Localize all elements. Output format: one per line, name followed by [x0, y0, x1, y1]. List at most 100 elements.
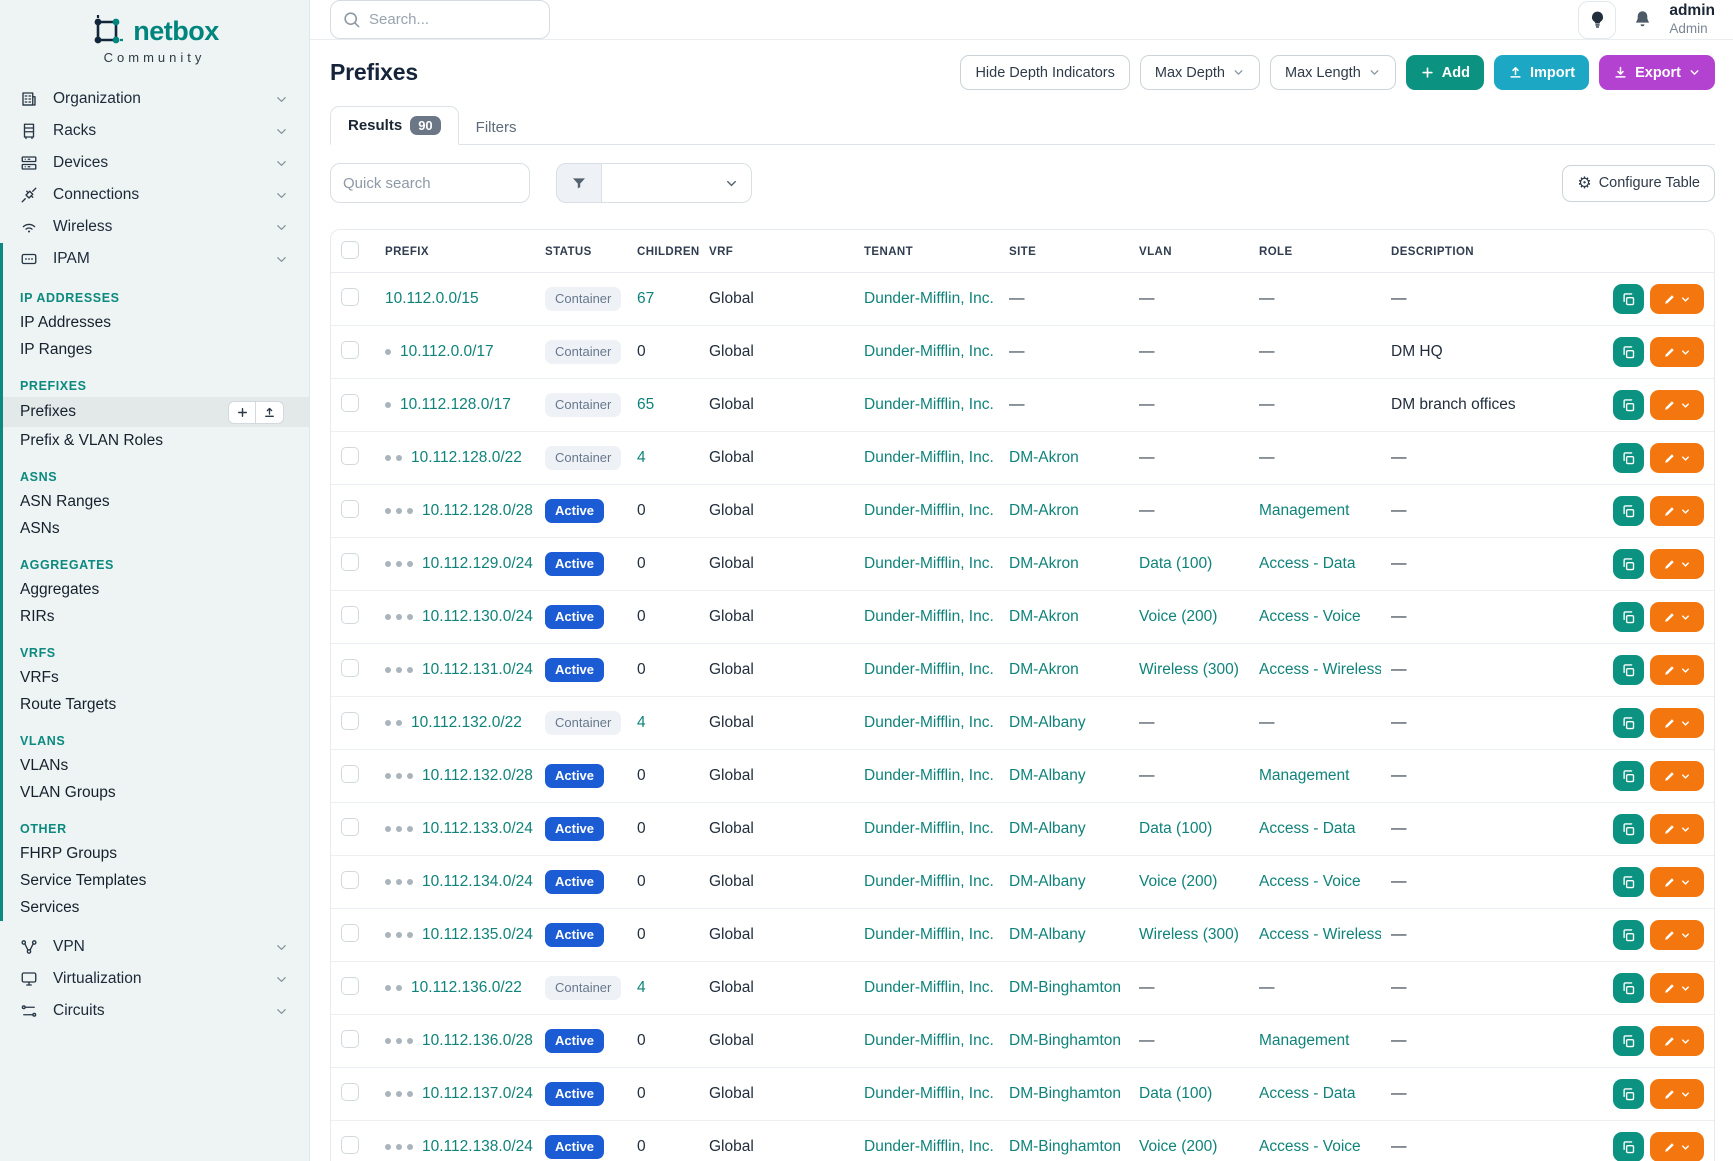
prefix-link[interactable]: 10.112.132.0/22	[411, 714, 522, 731]
column-header-vrf[interactable]: VRF	[699, 230, 854, 273]
row-checkbox[interactable]	[341, 765, 359, 783]
search-input[interactable]	[330, 0, 550, 39]
quick-search-input[interactable]	[330, 163, 530, 203]
tenant-link[interactable]: Dunder-Mifflin, Inc.	[864, 396, 994, 413]
sidebar-import-button[interactable]	[256, 401, 284, 424]
edit-button[interactable]	[1650, 761, 1704, 791]
role-link[interactable]: Access - Data	[1259, 555, 1355, 572]
sidebar-item-virtualization[interactable]: Virtualization	[0, 963, 309, 995]
site-link[interactable]: DM-Binghamton	[1009, 979, 1121, 996]
edit-button[interactable]	[1650, 443, 1704, 473]
site-link[interactable]: DM-Albany	[1009, 820, 1086, 837]
role-link[interactable]: Access - Voice	[1259, 608, 1361, 625]
vlan-link[interactable]: Voice (200)	[1139, 873, 1217, 890]
edit-button[interactable]	[1650, 549, 1704, 579]
children-count-link[interactable]: 4	[637, 714, 646, 731]
clone-button[interactable]	[1613, 443, 1644, 473]
site-link[interactable]: DM-Albany	[1009, 714, 1086, 731]
tenant-link[interactable]: Dunder-Mifflin, Inc.	[864, 926, 994, 943]
prefix-link[interactable]: 10.112.136.0/28	[422, 1032, 533, 1049]
sidebar-item-prefixes[interactable]: Prefixes	[3, 397, 309, 427]
site-link[interactable]: DM-Binghamton	[1009, 1032, 1121, 1049]
column-header-description[interactable]: DESCRIPTION	[1381, 230, 1592, 273]
column-header-status[interactable]: STATUS	[535, 230, 627, 273]
vlan-link[interactable]: Wireless (300)	[1139, 661, 1239, 678]
sidebar-item-ipam[interactable]: IPAM	[3, 243, 309, 275]
clone-button[interactable]	[1613, 814, 1644, 844]
row-checkbox[interactable]	[341, 977, 359, 995]
prefix-link[interactable]: 10.112.138.0/24	[422, 1138, 533, 1155]
vlan-link[interactable]: Voice (200)	[1139, 608, 1217, 625]
row-checkbox[interactable]	[341, 1030, 359, 1048]
edit-button[interactable]	[1650, 496, 1704, 526]
clone-button[interactable]	[1613, 602, 1644, 632]
site-link[interactable]: DM-Albany	[1009, 926, 1086, 943]
site-link[interactable]: DM-Binghamton	[1009, 1138, 1121, 1155]
sidebar-item-connections[interactable]: Connections	[0, 179, 309, 211]
sidebar-item-organization[interactable]: Organization	[0, 83, 309, 115]
clone-button[interactable]	[1613, 337, 1644, 367]
tenant-link[interactable]: Dunder-Mifflin, Inc.	[864, 555, 994, 572]
site-link[interactable]: DM-Albany	[1009, 767, 1086, 784]
prefix-link[interactable]: 10.112.128.0/17	[400, 396, 511, 413]
row-checkbox[interactable]	[341, 288, 359, 306]
clone-button[interactable]	[1613, 1132, 1644, 1161]
column-header-prefix[interactable]: PREFIX	[375, 230, 535, 273]
prefix-link[interactable]: 10.112.131.0/24	[422, 661, 533, 678]
select-all-checkbox[interactable]	[341, 241, 359, 259]
tenant-link[interactable]: Dunder-Mifflin, Inc.	[864, 343, 994, 360]
tenant-link[interactable]: Dunder-Mifflin, Inc.	[864, 661, 994, 678]
prefix-link[interactable]: 10.112.137.0/24	[422, 1085, 533, 1102]
clone-button[interactable]	[1613, 549, 1644, 579]
tenant-link[interactable]: Dunder-Mifflin, Inc.	[864, 767, 994, 784]
site-link[interactable]: DM-Akron	[1009, 608, 1079, 625]
max-depth-dropdown[interactable]: Max Depth	[1140, 55, 1260, 90]
tenant-link[interactable]: Dunder-Mifflin, Inc.	[864, 714, 994, 731]
prefix-link[interactable]: 10.112.129.0/24	[422, 555, 533, 572]
vlan-link[interactable]: Voice (200)	[1139, 1138, 1217, 1155]
column-header-tenant[interactable]: TENANT	[854, 230, 999, 273]
configure-table-button[interactable]: ⚙ Configure Table	[1562, 165, 1715, 202]
role-link[interactable]: Management	[1259, 1032, 1349, 1049]
clone-button[interactable]	[1613, 496, 1644, 526]
sidebar-item-vlans[interactable]: VLANs	[3, 752, 309, 779]
theme-toggle-button[interactable]	[1578, 1, 1616, 39]
tenant-link[interactable]: Dunder-Mifflin, Inc.	[864, 1085, 994, 1102]
edit-button[interactable]	[1650, 337, 1704, 367]
tenant-link[interactable]: Dunder-Mifflin, Inc.	[864, 449, 994, 466]
edit-button[interactable]	[1650, 390, 1704, 420]
role-link[interactable]: Management	[1259, 502, 1349, 519]
column-header-vlan[interactable]: VLAN	[1129, 230, 1249, 273]
prefix-link[interactable]: 10.112.128.0/22	[411, 449, 522, 466]
vlan-link[interactable]: Wireless (300)	[1139, 926, 1239, 943]
hide-depth-indicators-button[interactable]: Hide Depth Indicators	[960, 55, 1129, 90]
column-header-role[interactable]: ROLE	[1249, 230, 1381, 273]
edit-button[interactable]	[1650, 973, 1704, 1003]
sidebar-add-button[interactable]	[228, 401, 256, 424]
sidebar-item-services[interactable]: Services	[3, 894, 309, 921]
row-checkbox[interactable]	[341, 606, 359, 624]
edit-button[interactable]	[1650, 1132, 1704, 1161]
column-header-site[interactable]: SITE	[999, 230, 1129, 273]
row-checkbox[interactable]	[341, 341, 359, 359]
site-link[interactable]: DM-Akron	[1009, 661, 1079, 678]
sidebar-item-vlan-groups[interactable]: VLAN Groups	[3, 779, 309, 806]
sidebar-item-fhrp-groups[interactable]: FHRP Groups	[3, 840, 309, 867]
sidebar-item-racks[interactable]: Racks	[0, 115, 309, 147]
prefix-link[interactable]: 10.112.0.0/15	[385, 290, 479, 307]
max-length-dropdown[interactable]: Max Length	[1270, 55, 1396, 90]
edit-button[interactable]	[1650, 1079, 1704, 1109]
prefix-link[interactable]: 10.112.134.0/24	[422, 873, 533, 890]
netbox-logo[interactable]: netbox	[0, 14, 309, 48]
clone-button[interactable]	[1613, 284, 1644, 314]
children-count-link[interactable]: 67	[637, 290, 654, 307]
row-checkbox[interactable]	[341, 659, 359, 677]
children-count-link[interactable]: 4	[637, 449, 646, 466]
sidebar-item-asn-ranges[interactable]: ASN Ranges	[3, 488, 309, 515]
role-link[interactable]: Access - Wireless	[1259, 661, 1381, 678]
sidebar-item-service-templates[interactable]: Service Templates	[3, 867, 309, 894]
sidebar-item-route-targets[interactable]: Route Targets	[3, 691, 309, 718]
tab-filters[interactable]: Filters	[459, 110, 534, 145]
tenant-link[interactable]: Dunder-Mifflin, Inc.	[864, 1138, 994, 1155]
role-link[interactable]: Management	[1259, 767, 1349, 784]
